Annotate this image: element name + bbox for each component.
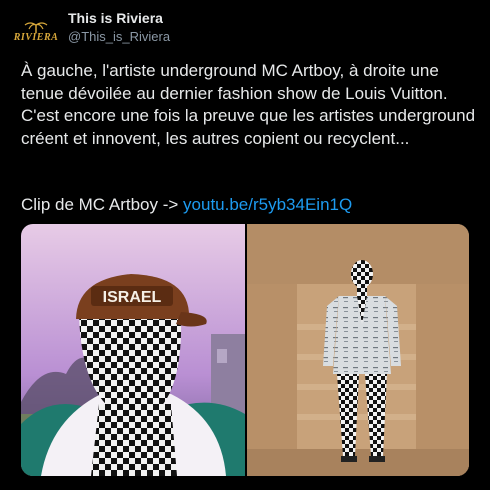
cap-text: ISRAEL — [103, 289, 162, 306]
tweet-header: RIVIERA This is Riviera @This_is_Riviera — [0, 0, 490, 52]
tweet-media[interactable]: ISRAEL — [21, 224, 469, 476]
tweet-text: À gauche, l'artiste underground MC Artbo… — [21, 61, 476, 148]
account-avatar[interactable]: RIVIERA — [13, 14, 59, 50]
clip-line: Clip de MC Artboy -> youtu.be/r5yb34Ein1… — [21, 194, 352, 216]
checkered-suit-runway-photo — [247, 224, 469, 476]
person-in-checkered-mask-photo: ISRAEL — [21, 224, 245, 476]
account-display-name[interactable]: This is Riviera — [68, 10, 163, 26]
clip-prefix: Clip de MC Artboy -> — [21, 195, 184, 214]
clip-link[interactable]: youtu.be/r5yb34Ein1Q — [183, 195, 352, 214]
account-handle[interactable]: @This_is_Riviera — [68, 29, 170, 44]
avatar-wordmark: RIVIERA — [13, 32, 59, 43]
